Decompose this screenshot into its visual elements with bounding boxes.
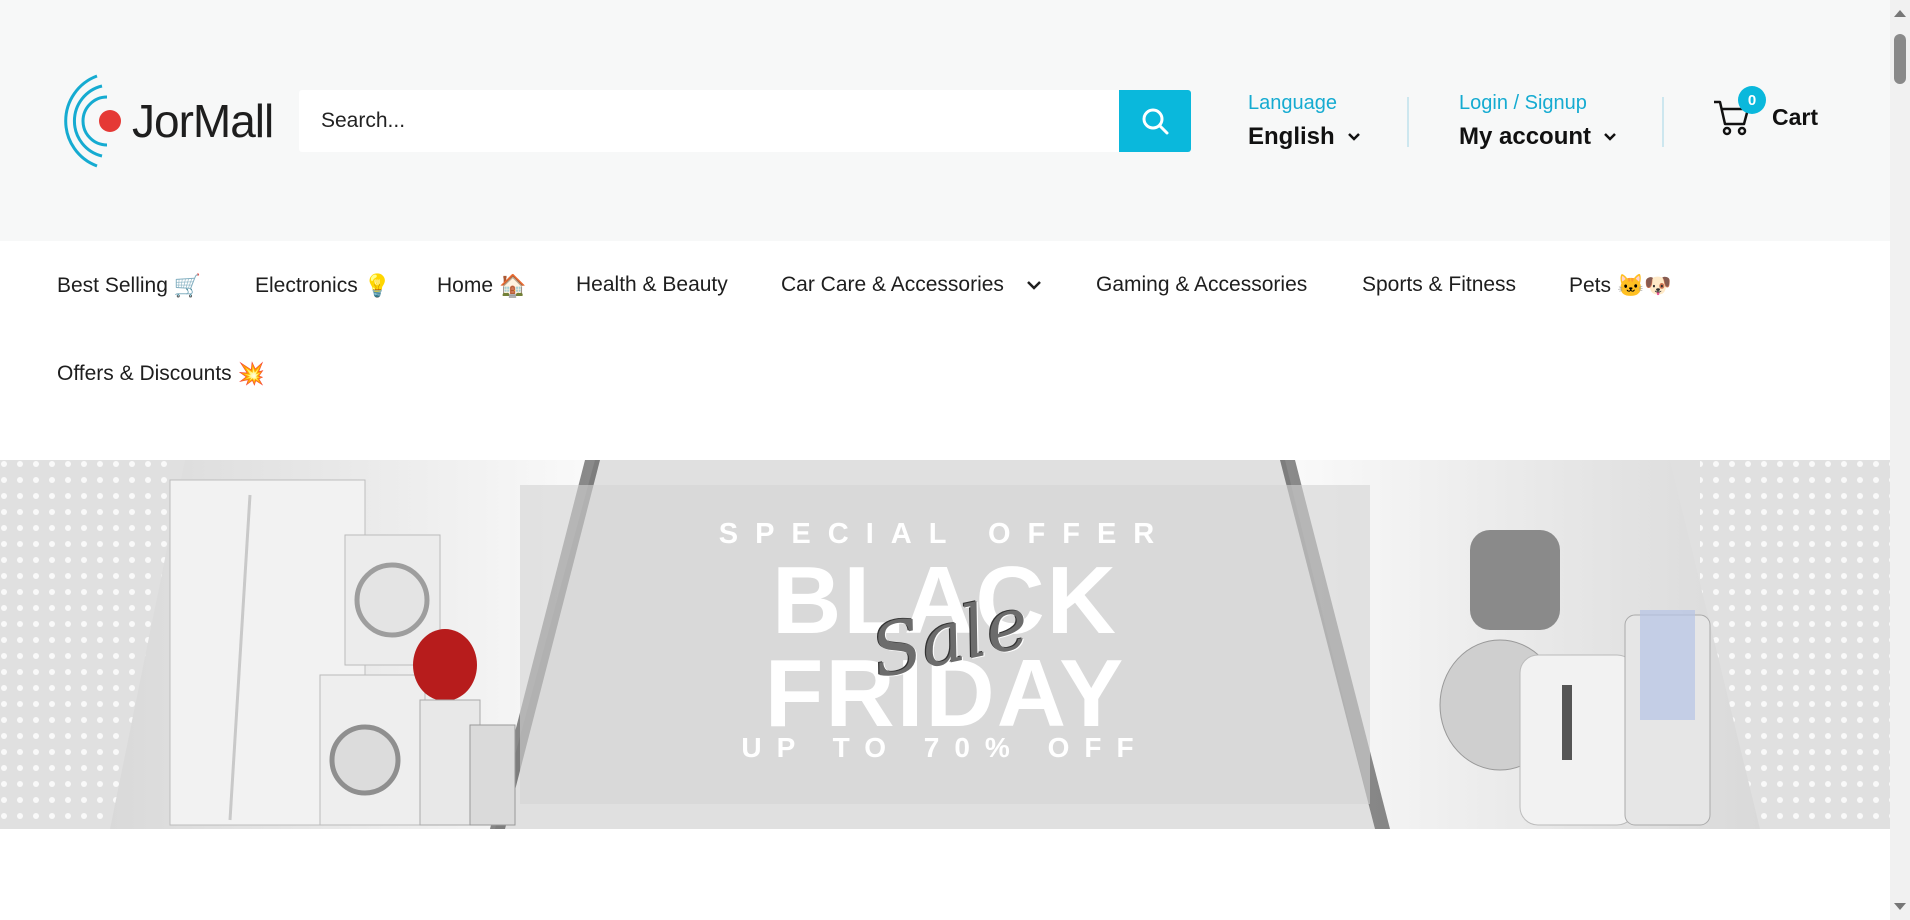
scroll-up-arrow-icon[interactable] [1894, 10, 1906, 17]
site-header: JorMall Language English Login / Signup … [0, 0, 1890, 241]
search-input[interactable] [299, 90, 1119, 152]
login-signup-link[interactable]: Login / Signup [1459, 92, 1617, 115]
cart-label: Cart [1772, 103, 1819, 130]
chevron-down-icon [1027, 281, 1041, 290]
nav-item-electronics[interactable]: Electronics 💡 [255, 273, 391, 299]
nav-item-offers-discounts[interactable]: Offers & Discounts 💥 [57, 361, 265, 387]
site-logo[interactable]: JorMall [62, 66, 274, 176]
nav-item-pets[interactable]: Pets 🐱🐶 [1569, 273, 1672, 299]
search-bar [299, 90, 1191, 152]
chevron-down-icon [1604, 133, 1616, 141]
nav-item-home[interactable]: Home 🏠 [437, 273, 526, 299]
nav-item-health-beauty[interactable]: Health & Beauty [576, 273, 728, 297]
explosion-emoji-icon: 💥 [237, 361, 266, 386]
logo-text: JorMall [132, 95, 274, 147]
nav-item-label: Sports & Fitness [1362, 273, 1517, 296]
search-button[interactable] [1119, 90, 1191, 152]
nav-item-car-care[interactable]: Car Care & Accessories [781, 273, 1042, 297]
scrollbar-thumb[interactable] [1894, 34, 1906, 84]
main-nav: Best Selling 🛒 Electronics 💡 Home 🏠 Heal… [0, 241, 1890, 419]
nav-item-label: Best Selling [57, 274, 168, 297]
page-scrollbar[interactable] [1890, 0, 1910, 920]
nav-item-gaming[interactable]: Gaming & Accessories [1096, 273, 1307, 297]
nav-item-label: Gaming & Accessories [1096, 273, 1308, 296]
nav-item-sports-fitness[interactable]: Sports & Fitness [1362, 273, 1516, 297]
nav-item-label: Electronics [255, 274, 358, 297]
hero-banner[interactable]: SPECIAL OFFER BLACK FRIDAY Sale UP TO 70… [0, 460, 1890, 829]
cart-button[interactable]: 0 Cart [1712, 86, 1819, 136]
nav-item-label: Car Care & Accessories [781, 273, 1004, 296]
nav-item-label: Pets [1569, 274, 1612, 297]
nav-item-label: Offers & Discounts [57, 362, 232, 385]
chevron-down-icon [1347, 133, 1360, 141]
header-divider [1662, 97, 1664, 147]
light-bulb-emoji-icon: 💡 [363, 273, 392, 298]
language-label: Language [1248, 92, 1337, 114]
banner-copy: SPECIAL OFFER BLACK FRIDAY Sale UP TO 70… [0, 460, 1890, 829]
language-value: English [1248, 123, 1335, 150]
header-divider [1407, 97, 1409, 147]
nav-item-best-selling[interactable]: Best Selling 🛒 [57, 273, 201, 299]
search-icon [1142, 108, 1169, 135]
my-account-label: My account [1459, 123, 1592, 150]
shopping-cart-emoji-icon: 🛒 [173, 273, 202, 298]
house-emoji-icon: 🏠 [499, 273, 527, 298]
account-menu[interactable]: Login / Signup My account [1459, 92, 1617, 151]
cart-count-badge: 0 [1738, 86, 1766, 114]
cart-icon: 0 [1712, 86, 1766, 136]
cat-dog-emoji-icon: 🐱🐶 [1617, 273, 1672, 298]
nav-item-label: Health & Beauty [576, 273, 728, 296]
banner-up-to-70: UP TO 70% OFF [741, 732, 1149, 763]
language-selector[interactable]: Language English [1248, 92, 1361, 151]
nav-item-label: Home [437, 274, 494, 297]
scroll-down-arrow-icon[interactable] [1894, 903, 1906, 910]
